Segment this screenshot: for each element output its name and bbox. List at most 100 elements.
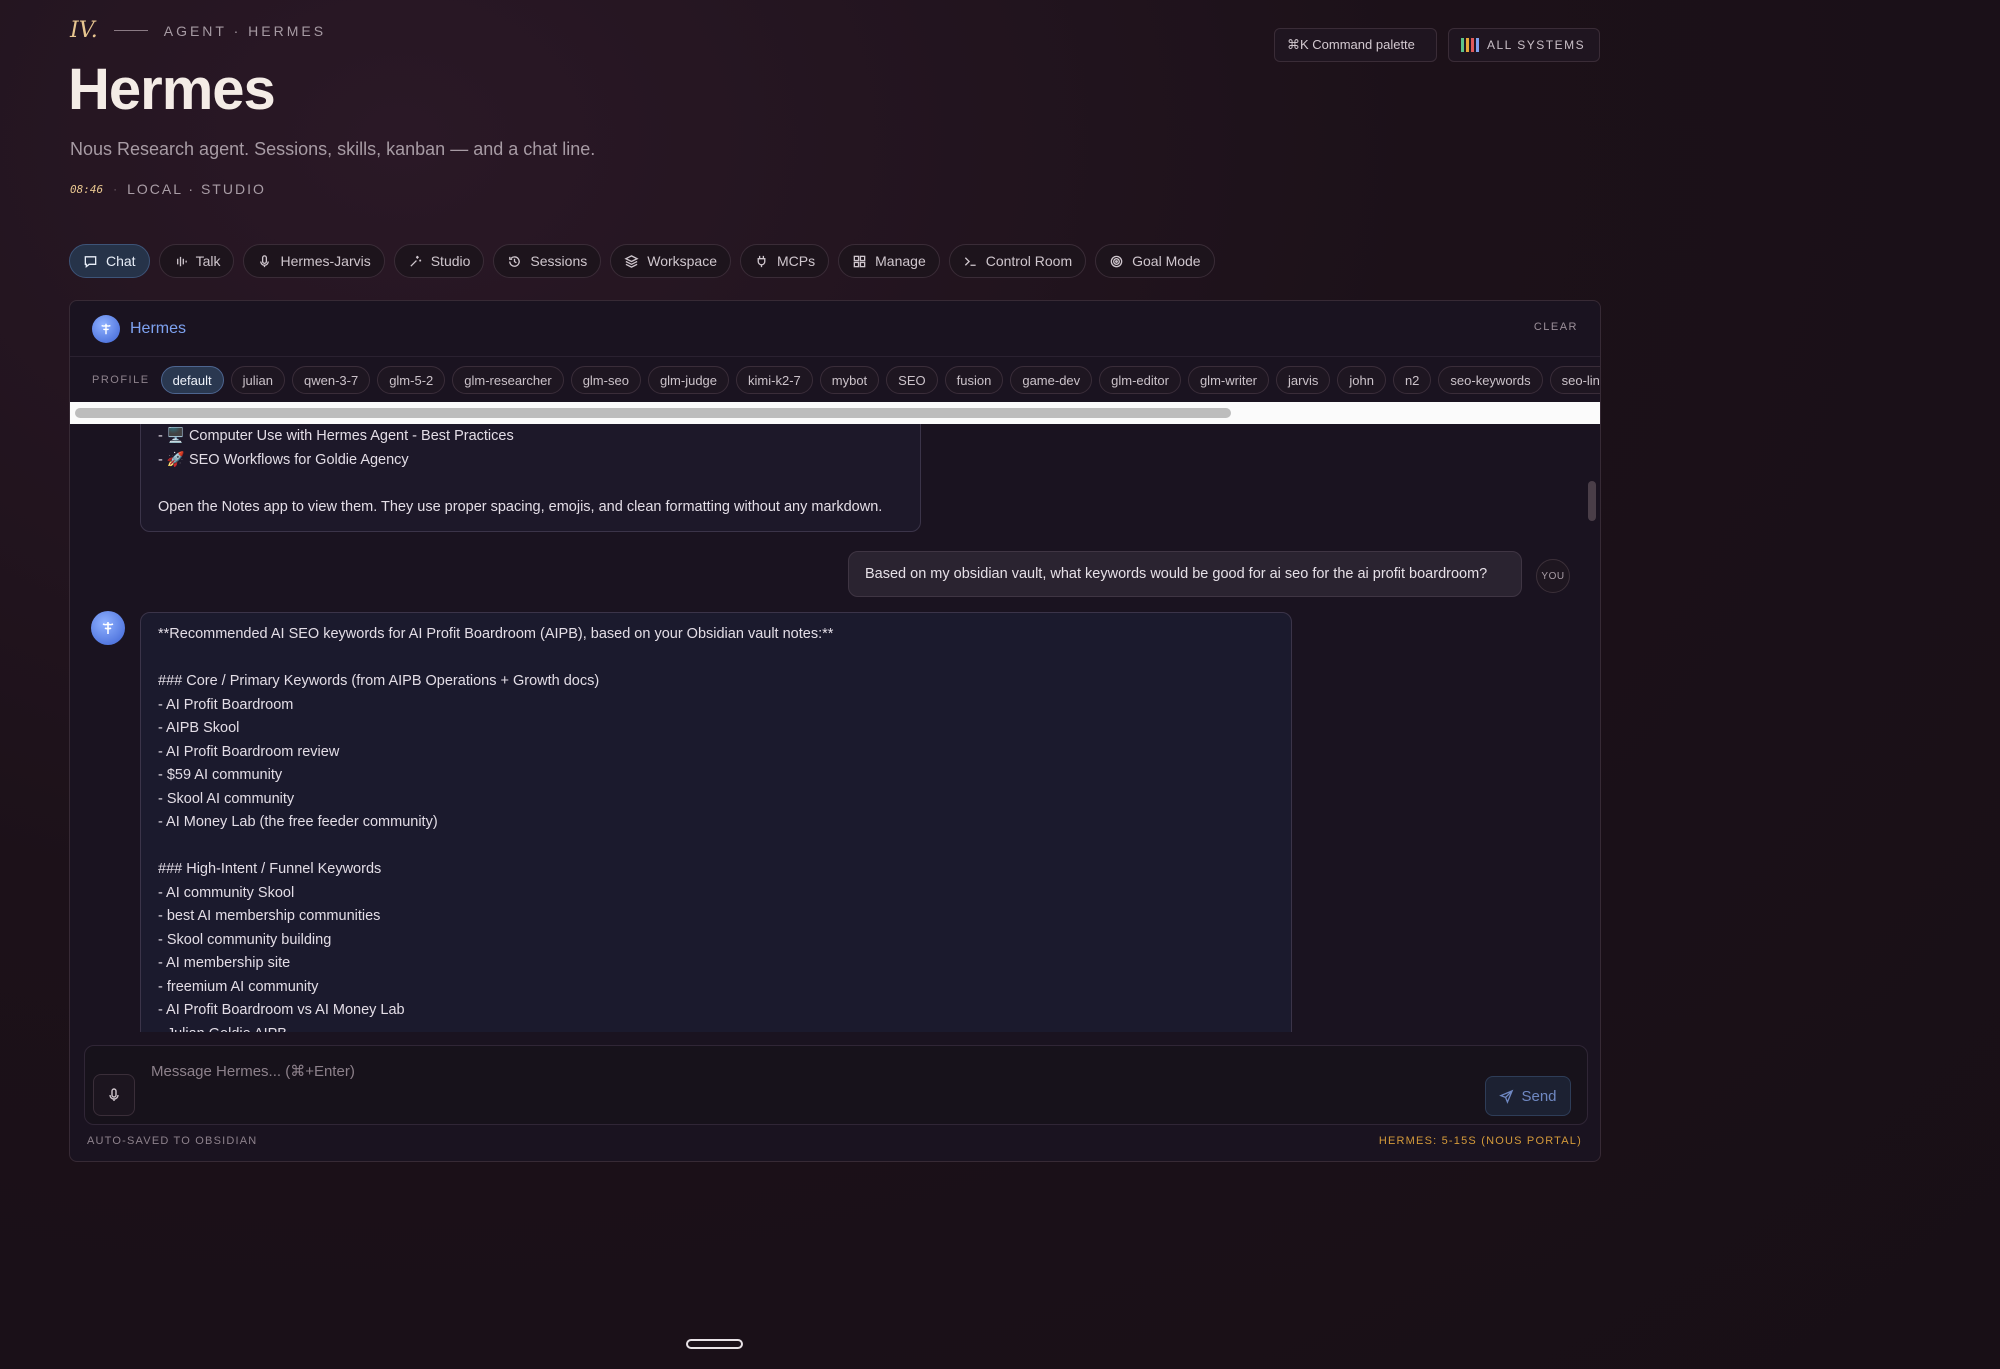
home-indicator[interactable] xyxy=(686,1339,743,1349)
tab-control-room[interactable]: Control Room xyxy=(948,244,1087,278)
tab-label: Talk xyxy=(195,253,221,269)
voice-input-button[interactable] xyxy=(93,1074,135,1116)
tab-label: Studio xyxy=(430,253,471,269)
send-icon xyxy=(1499,1089,1514,1104)
tab-workspace[interactable]: Workspace xyxy=(610,244,732,278)
tab-mcps[interactable]: MCPs xyxy=(740,244,830,278)
tab-hermes-jarvis[interactable]: Hermes-Jarvis xyxy=(243,244,385,278)
message-input[interactable] xyxy=(151,1058,1411,1084)
message-line: **Recommended AI SEO keywords for AI Pro… xyxy=(158,626,834,642)
tab-label: Hermes-Jarvis xyxy=(280,253,371,269)
message-line-gap xyxy=(158,472,903,496)
assistant-message: - 🖥️ Computer Use with Hermes Agent - Be… xyxy=(140,424,921,532)
message-line: - 🚀 SEO Workflows for Goldie Agency xyxy=(158,451,409,468)
message-line: - AI Profit Boardroom review xyxy=(158,743,340,760)
profile-chip-julian[interactable]: julian xyxy=(230,366,285,394)
profile-chip-seo-keywords[interactable]: seo-keywords xyxy=(1438,366,1543,394)
tab-label: Sessions xyxy=(530,253,588,269)
profile-chip-seo[interactable]: SEO xyxy=(886,366,938,394)
microphone-icon xyxy=(109,1088,119,1101)
message-line: - Skool community building xyxy=(158,931,332,948)
page-title: Hermes xyxy=(68,57,276,122)
profile-horizontal-scrollbar[interactable] xyxy=(70,402,1600,424)
message-line-gap xyxy=(158,647,1274,671)
waveform-icon xyxy=(176,256,187,266)
brand-divider xyxy=(113,30,148,31)
chat-bubble-icon xyxy=(84,255,97,268)
profile-chip-kimi-k2-7[interactable]: kimi-k2-7 xyxy=(736,366,813,394)
profile-chip-default[interactable]: default xyxy=(160,366,224,394)
tab-label: Workspace xyxy=(647,253,718,269)
scrollbar-thumb[interactable] xyxy=(75,408,1231,418)
message-line: - Julian Goldie AIPB xyxy=(158,1023,1274,1033)
history-icon xyxy=(509,255,521,267)
message-line: - AI community Skool xyxy=(158,884,295,901)
system-status-button[interactable]: ALL SYSTEMS xyxy=(1448,28,1600,62)
tab-label: Control Room xyxy=(985,253,1073,269)
message-line: - best AI membership communities xyxy=(158,908,381,924)
profile-chip-glm-editor[interactable]: glm-editor xyxy=(1099,366,1181,394)
profile-chip-mybot[interactable]: mybot xyxy=(819,366,880,394)
profile-chip-qwen-3-7[interactable]: qwen-3-7 xyxy=(291,366,371,394)
caduceus-icon xyxy=(101,323,111,334)
message-line: - AIPB Skool xyxy=(158,720,240,736)
sparkles-icon xyxy=(410,255,421,267)
target-icon xyxy=(1110,255,1123,267)
caduceus-icon xyxy=(102,622,114,634)
tab-manage[interactable]: Manage xyxy=(838,244,940,278)
tab-label: Goal Mode xyxy=(1132,253,1201,269)
message-composer: Send xyxy=(84,1045,1588,1125)
message-line: - freemium AI community xyxy=(158,978,319,995)
message-line: - AI membership site xyxy=(158,955,291,971)
send-label: Send xyxy=(1521,1087,1557,1105)
page-subtitle: Nous Research agent. Sessions, skills, k… xyxy=(70,139,596,159)
profile-label: PROFILE xyxy=(92,374,150,386)
send-button[interactable]: Send xyxy=(1485,1076,1571,1116)
tab-label: MCPs xyxy=(777,253,816,269)
meta-row: 08:46 · LOCAL · STUDIO xyxy=(70,181,266,197)
message-line: - AI Profit Boardroom vs AI Money Lab xyxy=(158,1002,405,1018)
status-bars-icon xyxy=(1461,38,1479,52)
message-line: - AI Profit Boardroom xyxy=(158,696,294,713)
profile-chip-jarvis[interactable]: jarvis xyxy=(1276,366,1331,394)
profile-chip-glm-researcher[interactable]: glm-researcher xyxy=(452,366,564,394)
clock-time: 08:46 xyxy=(70,182,104,196)
profile-chip-glm-seo[interactable]: glm-seo xyxy=(570,366,641,394)
profile-chip-glm-5-2[interactable]: glm-5-2 xyxy=(377,366,446,394)
profile-chip-n2[interactable]: n2 xyxy=(1392,366,1432,394)
tab-studio[interactable]: Studio xyxy=(393,244,485,278)
message-line: Open the Notes app to view them. They us… xyxy=(158,498,883,515)
message-scrollbar[interactable] xyxy=(1588,481,1596,521)
profile-chip-glm-judge[interactable]: glm-judge xyxy=(647,366,730,394)
message-list: - 🖥️ Computer Use with Hermes Agent - Be… xyxy=(70,424,1600,1032)
message-line: - Skool AI community xyxy=(158,790,295,807)
model-latency-status: HERMES: 5-15S (NOUS PORTAL) xyxy=(1378,1135,1582,1147)
meta-separator: · xyxy=(113,182,118,196)
microphone-icon xyxy=(260,254,270,267)
profile-chip-john[interactable]: john xyxy=(1337,366,1386,394)
profile-chip-fusion[interactable]: fusion xyxy=(944,366,1004,394)
profile-selector: PROFILE default julian qwen-3-7 glm-5-2 … xyxy=(70,359,1600,401)
chat-panel: Hermes CLEAR PROFILE default julian qwen… xyxy=(69,300,1601,1162)
user-message: Based on my obsidian vault, what keyword… xyxy=(848,551,1522,597)
message-line: - 🖥️ Computer Use with Hermes Agent - Be… xyxy=(158,428,514,444)
tab-chat[interactable]: Chat xyxy=(69,244,150,278)
clear-button[interactable]: CLEAR xyxy=(1534,321,1578,333)
hermes-avatar xyxy=(92,314,120,343)
tab-sessions[interactable]: Sessions xyxy=(493,244,602,278)
tab-talk[interactable]: Talk xyxy=(158,244,235,278)
hermes-avatar xyxy=(91,611,125,645)
system-status-label: ALL SYSTEMS xyxy=(1487,38,1586,52)
assistant-message: **Recommended AI SEO keywords for AI Pro… xyxy=(140,612,1292,1032)
tab-label: Chat xyxy=(106,253,136,269)
profile-chip-glm-writer[interactable]: glm-writer xyxy=(1187,366,1270,394)
command-palette-button[interactable]: ⌘K Command palette xyxy=(1274,28,1437,62)
message-line: - $59 AI community xyxy=(158,767,283,783)
tab-goal-mode[interactable]: Goal Mode xyxy=(1095,244,1215,278)
tab-label: Manage xyxy=(875,253,926,269)
profile-chip-game-dev[interactable]: game-dev xyxy=(1010,366,1093,394)
location-label: LOCAL · STUDIO xyxy=(127,181,266,197)
brand-label: AGENT · HERMES xyxy=(163,22,327,39)
layers-icon xyxy=(624,254,639,268)
profile-chip-seo-links[interactable]: seo-links xyxy=(1549,366,1600,394)
